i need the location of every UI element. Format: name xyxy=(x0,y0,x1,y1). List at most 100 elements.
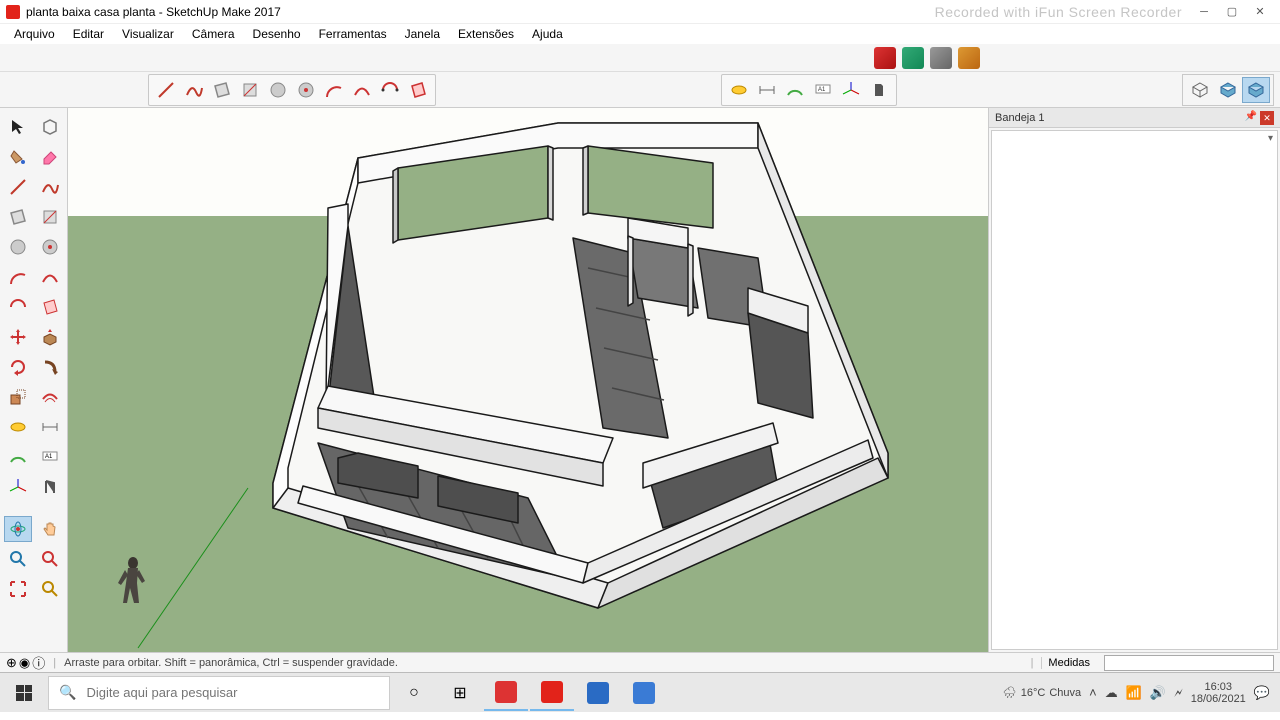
rectangle-tool-left[interactable] xyxy=(4,204,32,230)
cortana-button[interactable]: ○ xyxy=(392,675,436,711)
warehouse-icon-3[interactable] xyxy=(930,47,952,69)
offset-tool[interactable] xyxy=(36,384,64,410)
3d-text-tool[interactable] xyxy=(865,77,893,103)
wifi-icon[interactable]: 📶 xyxy=(1126,685,1142,701)
top-shelf-area xyxy=(0,44,1280,72)
taskbar-clock[interactable]: 16:03 18/06/2021 xyxy=(1191,681,1246,705)
pushpull-tool[interactable] xyxy=(36,324,64,350)
taskbar-app-recorder[interactable] xyxy=(484,675,528,711)
tape-measure-tool-left[interactable] xyxy=(4,414,32,440)
view-tool-group xyxy=(1182,74,1274,106)
search-input[interactable] xyxy=(86,685,379,700)
view-cube-2[interactable] xyxy=(1242,77,1270,103)
rotate-tool[interactable] xyxy=(4,354,32,380)
view-cube-1[interactable] xyxy=(1214,77,1242,103)
iso-view-tool[interactable] xyxy=(1186,77,1214,103)
measurements-input[interactable] xyxy=(1104,655,1274,671)
orbit-tool[interactable] xyxy=(4,516,32,542)
menu-desenho[interactable]: Desenho xyxy=(245,25,309,43)
close-button[interactable]: ✕ xyxy=(1246,0,1274,24)
move-tool[interactable] xyxy=(4,324,32,350)
credit-icon[interactable]: ⓘ xyxy=(32,653,45,672)
window-titlebar: planta baixa casa planta - SketchUp Make… xyxy=(0,0,1280,24)
menu-editar[interactable]: Editar xyxy=(65,25,112,43)
minimize-button[interactable]: ─ xyxy=(1190,0,1218,24)
horizontal-toolbar: A1 xyxy=(0,72,1280,108)
dimension-tool[interactable] xyxy=(753,77,781,103)
menu-janela[interactable]: Janela xyxy=(397,25,448,43)
tray-chevron-icon[interactable]: ˄ xyxy=(1089,685,1097,700)
menu-visualizar[interactable]: Visualizar xyxy=(114,25,182,43)
3dtext-tool-left[interactable] xyxy=(36,474,64,500)
arc2-tool-left[interactable] xyxy=(36,264,64,290)
eraser-tool[interactable] xyxy=(36,144,64,170)
zoom-tool[interactable] xyxy=(4,546,32,572)
user-icon[interactable]: ◉ xyxy=(19,655,30,671)
line-tool[interactable] xyxy=(152,77,180,103)
protractor-tool[interactable] xyxy=(781,77,809,103)
warehouse-icon-2[interactable] xyxy=(902,47,924,69)
axes-tool-left[interactable] xyxy=(4,474,32,500)
warehouse-icon-1[interactable] xyxy=(874,47,896,69)
geo-icon[interactable]: ⊕ xyxy=(6,655,17,671)
notifications-icon[interactable]: 💬 xyxy=(1254,685,1270,701)
pan-tool[interactable] xyxy=(36,516,64,542)
pie-tool[interactable] xyxy=(404,77,432,103)
paint-bucket-tool[interactable] xyxy=(4,144,32,170)
rotated-rect-tool-left[interactable] xyxy=(36,204,64,230)
menu-camera[interactable]: Câmera xyxy=(184,25,243,43)
taskbar-app-calculator[interactable] xyxy=(622,675,666,711)
freehand-tool[interactable] xyxy=(180,77,208,103)
menu-ajuda[interactable]: Ajuda xyxy=(524,25,571,43)
line-tool-left[interactable] xyxy=(4,174,32,200)
maximize-button[interactable]: ▢ xyxy=(1218,0,1246,24)
scale-tool[interactable] xyxy=(4,384,32,410)
svg-text:A1: A1 xyxy=(818,87,826,93)
weather-temp: 16°C xyxy=(1021,687,1046,699)
circle-tool[interactable] xyxy=(264,77,292,103)
arc3-tool-left[interactable] xyxy=(4,294,32,320)
taskbar-app-sketchup[interactable] xyxy=(530,675,574,711)
battery-icon[interactable]: 🗲 xyxy=(1174,685,1183,701)
tray-pin-icon[interactable]: 📌 xyxy=(1244,111,1258,125)
rotated-rectangle-tool[interactable] xyxy=(236,77,264,103)
arc-3point-tool[interactable] xyxy=(376,77,404,103)
3d-viewport[interactable] xyxy=(68,108,988,652)
zoom-extents-tool[interactable] xyxy=(4,576,32,602)
arc-2point-tool[interactable] xyxy=(348,77,376,103)
text-tool-left[interactable]: A1 xyxy=(36,444,64,470)
tray-close-button[interactable]: ✕ xyxy=(1260,111,1274,125)
clock-time: 16:03 xyxy=(1205,681,1233,693)
zoom-window-tool[interactable] xyxy=(36,546,64,572)
menu-ferramentas[interactable]: Ferramentas xyxy=(311,25,395,43)
text-tool[interactable]: A1 xyxy=(809,77,837,103)
axes-tool[interactable] xyxy=(837,77,865,103)
rectangle-tool[interactable] xyxy=(208,77,236,103)
followme-tool[interactable] xyxy=(36,354,64,380)
arc-tool-left[interactable] xyxy=(4,264,32,290)
start-button[interactable] xyxy=(2,675,46,711)
protractor-tool-left[interactable] xyxy=(4,444,32,470)
recorder-watermark: Recorded with iFun Screen Recorder xyxy=(935,4,1182,20)
warehouse-icon-4[interactable] xyxy=(958,47,980,69)
task-view-button[interactable]: ⊞ xyxy=(438,675,482,711)
menu-extensoes[interactable]: Extensões xyxy=(450,25,522,43)
polygon-tool-left[interactable] xyxy=(36,234,64,260)
arc-tool[interactable] xyxy=(320,77,348,103)
menu-arquivo[interactable]: Arquivo xyxy=(6,25,63,43)
make-component-tool[interactable] xyxy=(36,114,64,140)
dimension-tool-left[interactable] xyxy=(36,414,64,440)
onedrive-icon[interactable]: ☁ xyxy=(1105,685,1118,701)
previous-view-tool[interactable] xyxy=(36,576,64,602)
taskbar-app-3[interactable] xyxy=(576,675,620,711)
taskbar-search[interactable]: 🔍 xyxy=(48,676,390,710)
polygon-tool[interactable] xyxy=(292,77,320,103)
tray-chevron-icon[interactable]: ▾ xyxy=(1268,133,1273,144)
weather-widget[interactable]: 🌧 16°C Chuva xyxy=(1003,686,1081,699)
volume-icon[interactable]: 🔊 xyxy=(1150,685,1166,701)
circle-tool-left[interactable] xyxy=(4,234,32,260)
select-tool[interactable] xyxy=(4,114,32,140)
freehand-tool-left[interactable] xyxy=(36,174,64,200)
pie-tool-left[interactable] xyxy=(36,294,64,320)
tape-measure-tool[interactable] xyxy=(725,77,753,103)
